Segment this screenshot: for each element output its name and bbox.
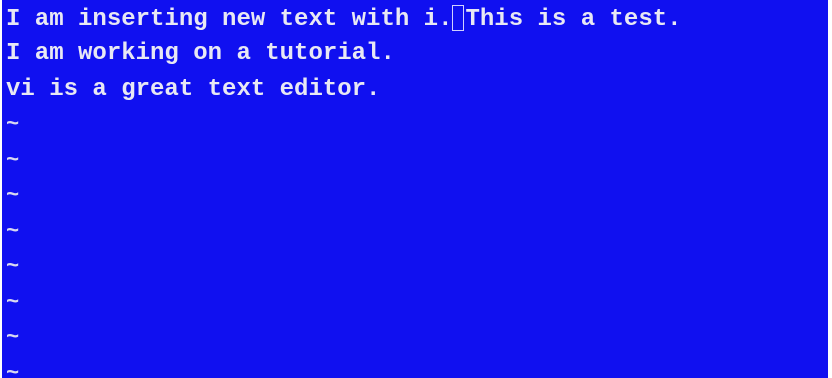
empty-line-marker: ~ xyxy=(6,289,20,315)
text-line-1[interactable]: I am inserting new text with i. This is a… xyxy=(6,4,828,36)
empty-line-marker: ~ xyxy=(6,325,20,350)
empty-line-marker: ~ xyxy=(6,218,20,244)
text-before-cursor: I am inserting new text with i. xyxy=(6,6,453,33)
empty-line-marker: ~ xyxy=(6,147,20,173)
text-line-3[interactable]: vi is a great text editor. xyxy=(6,72,828,108)
empty-line-marker: ~ xyxy=(6,183,20,208)
text-line-2[interactable]: I am working on a tutorial. xyxy=(6,36,828,72)
empty-line-marker: ~ xyxy=(6,112,20,137)
empty-line-marker: ~ xyxy=(6,254,20,279)
text-cursor xyxy=(452,5,465,31)
text-after-cursor: This is a test. xyxy=(465,6,682,33)
empty-line-marker: ~ xyxy=(6,360,20,378)
vi-editor-window[interactable]: I am inserting new text with i. This is a… xyxy=(2,0,828,378)
